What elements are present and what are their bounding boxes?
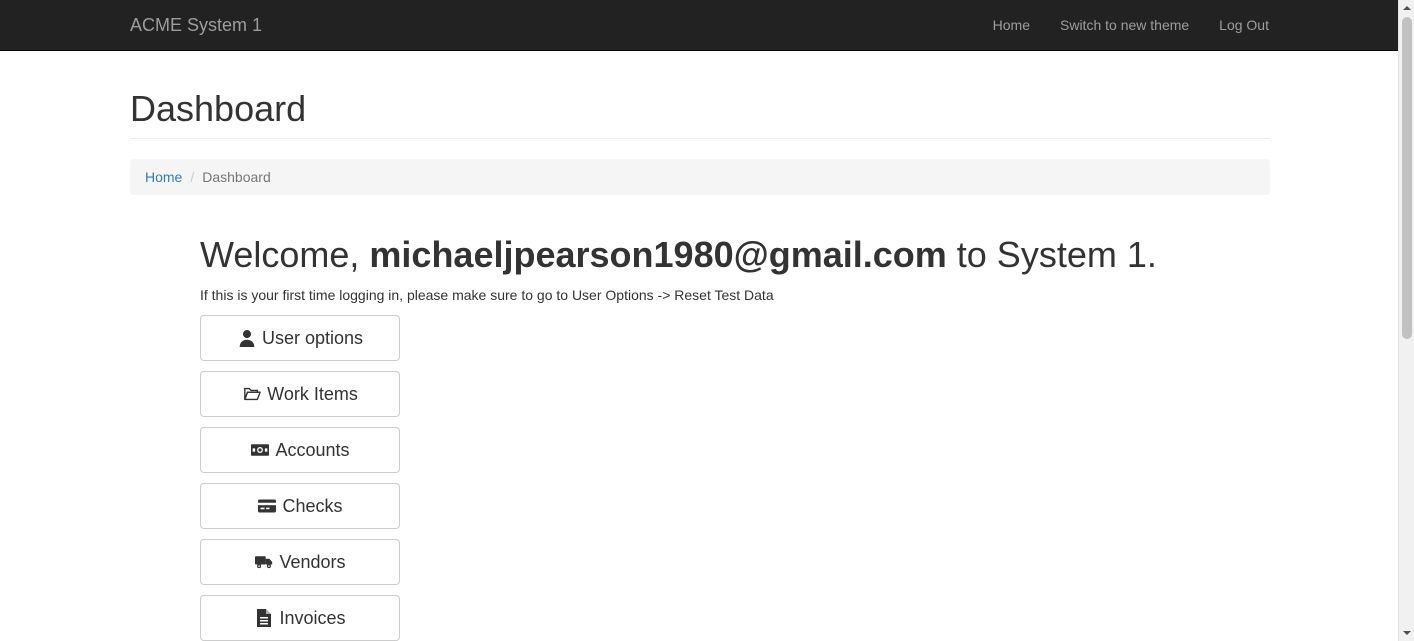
work-items-label: Work Items bbox=[267, 383, 358, 404]
breadcrumb-home-link[interactable]: Home bbox=[145, 169, 182, 185]
nav-home-link[interactable]: Home bbox=[978, 0, 1045, 50]
credit-card-icon bbox=[257, 496, 277, 516]
vendors-button[interactable]: Vendors bbox=[200, 539, 400, 585]
money-icon bbox=[250, 440, 270, 460]
invoices-label: Invoices bbox=[279, 607, 346, 628]
welcome-suffix: to System 1. bbox=[956, 234, 1157, 275]
vendors-label: Vendors bbox=[279, 551, 346, 572]
accounts-label: Accounts bbox=[275, 439, 350, 460]
scroll-down-arrow-icon[interactable] bbox=[1399, 625, 1414, 641]
dashboard-menu: User options Work Items Accounts Checks … bbox=[200, 315, 1270, 641]
main-container: Dashboard Home / Dashboard Welcome, mich… bbox=[130, 51, 1270, 641]
work-items-button[interactable]: Work Items bbox=[200, 371, 400, 417]
accounts-button[interactable]: Accounts bbox=[200, 427, 400, 473]
brand-link[interactable]: ACME System 1 bbox=[130, 14, 262, 36]
welcome-user-email: michaeljpearson1980@gmail.com bbox=[369, 234, 947, 275]
first-login-note: If this is your first time logging in, p… bbox=[200, 287, 774, 303]
breadcrumb-current: Dashboard bbox=[202, 169, 271, 185]
user-options-label: User options bbox=[261, 327, 364, 348]
top-navbar: ACME System 1 Home Switch to new theme L… bbox=[0, 0, 1398, 51]
folder-open-icon bbox=[242, 384, 262, 404]
welcome-prefix: Welcome, bbox=[200, 234, 360, 275]
checks-button[interactable]: Checks bbox=[200, 483, 400, 529]
page-title: Dashboard bbox=[130, 88, 307, 129]
user-options-button[interactable]: User options bbox=[200, 315, 400, 361]
page: ACME System 1 Home Switch to new theme L… bbox=[0, 0, 1398, 641]
checks-label: Checks bbox=[282, 495, 343, 516]
nav-links: Home Switch to new theme Log Out bbox=[978, 0, 1269, 50]
breadcrumb: Home / Dashboard bbox=[130, 159, 1270, 195]
user-icon bbox=[237, 328, 257, 348]
vertical-scrollbar[interactable] bbox=[1398, 0, 1414, 641]
page-header: Dashboard bbox=[130, 89, 1270, 139]
truck-icon bbox=[254, 552, 274, 572]
breadcrumb-separator: / bbox=[190, 169, 195, 185]
welcome-heading: Welcome, michaeljpearson1980@gmail.com t… bbox=[200, 235, 1270, 275]
invoices-button[interactable]: Invoices bbox=[200, 595, 400, 641]
scrollbar-thumb[interactable] bbox=[1402, 17, 1412, 339]
scroll-up-arrow-icon[interactable] bbox=[1399, 0, 1414, 16]
dashboard-content: Welcome, michaeljpearson1980@gmail.com t… bbox=[200, 235, 1270, 641]
nav-logout-link[interactable]: Log Out bbox=[1204, 0, 1269, 50]
nav-switch-theme-link[interactable]: Switch to new theme bbox=[1045, 0, 1204, 50]
file-text-icon bbox=[254, 608, 274, 628]
